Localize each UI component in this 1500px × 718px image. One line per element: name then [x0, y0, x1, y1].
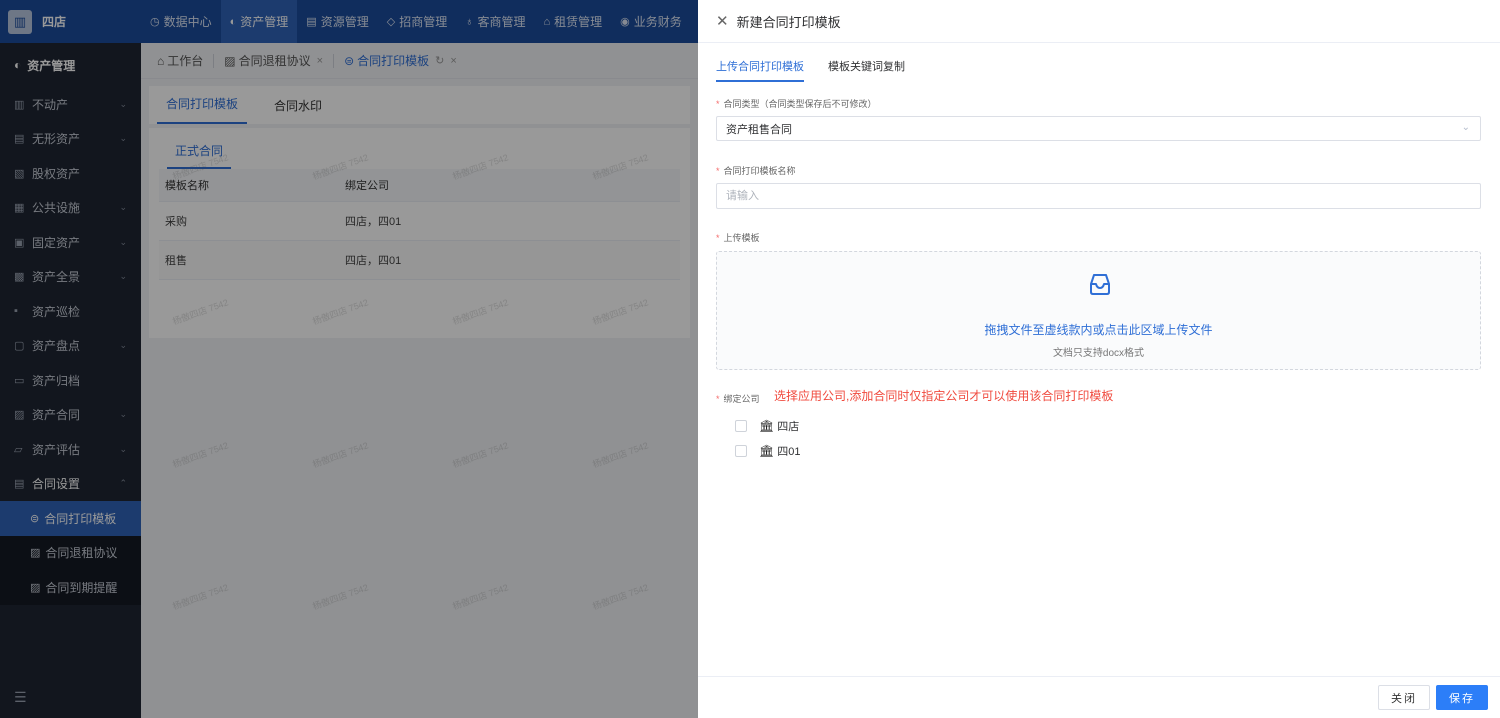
template-name-label: * 合同打印模板名称: [716, 164, 796, 177]
required-mark: *: [716, 233, 720, 243]
upload-text: 拖拽文件至虚线款内或点击此区域上传文件: [984, 323, 1213, 337]
contract-type-select[interactable]: 资产租售合同 ⌄: [716, 116, 1481, 141]
select-value: 资产租售合同: [726, 123, 792, 136]
inbox-icon: [1090, 274, 1110, 295]
field-label-text: 绑定公司: [723, 394, 760, 404]
modal-mask[interactable]: [0, 0, 698, 718]
chevron-down-icon: ⌄: [1461, 122, 1470, 133]
checkbox[interactable]: [735, 420, 747, 432]
required-mark: *: [716, 99, 720, 109]
required-mark: *: [716, 394, 720, 404]
tab-upload-template[interactable]: 上传合同打印模板: [716, 58, 804, 82]
field-label-text: 合同类型（合同类型保存后不可修改）: [723, 99, 877, 109]
template-name-input[interactable]: [716, 183, 1481, 209]
field-label-text: 上传模板: [723, 233, 760, 243]
drawer-header: ✕ 新建合同打印模板: [698, 0, 1500, 43]
close-button[interactable]: 关闭: [1378, 685, 1430, 710]
drawer-footer: 关闭 保存: [698, 676, 1500, 718]
close-icon[interactable]: ✕: [716, 12, 729, 30]
upload-label: * 上传模板: [716, 231, 760, 244]
company-checkbox-row[interactable]: 🏛 四01: [735, 443, 800, 459]
drawer-tabs: 上传合同打印模板 模板关键词复制: [716, 58, 929, 82]
upload-dropzone[interactable]: 拖拽文件至虚线款内或点击此区域上传文件 文档只支持docx格式: [716, 251, 1481, 370]
company-checkbox-row[interactable]: 🏛 四店: [735, 418, 799, 434]
bind-company-label: * 绑定公司: [716, 392, 760, 405]
field-label-text: 合同打印模板名称: [723, 166, 796, 176]
required-mark: *: [716, 166, 720, 176]
bank-icon: 🏛: [759, 444, 775, 458]
upload-tip: 文档只支持docx格式: [1052, 348, 1145, 359]
checkbox[interactable]: [735, 445, 747, 457]
bind-company-hint: 选择应用公司,添加合同时仅指定公司才可以使用该合同打印模板: [774, 389, 1114, 403]
contract-type-label: * 合同类型（合同类型保存后不可修改）: [716, 97, 877, 110]
save-button[interactable]: 保存: [1436, 685, 1488, 710]
tab-keyword-copy[interactable]: 模板关键词复制: [828, 58, 905, 82]
bank-icon: 🏛: [759, 419, 775, 433]
company-name: 四01: [777, 446, 801, 458]
drawer-title: 新建合同打印模板: [736, 14, 841, 30]
company-name: 四店: [777, 421, 800, 433]
new-template-drawer: ✕ 新建合同打印模板 上传合同打印模板 模板关键词复制 * 合同类型（合同类型保存…: [698, 0, 1500, 718]
